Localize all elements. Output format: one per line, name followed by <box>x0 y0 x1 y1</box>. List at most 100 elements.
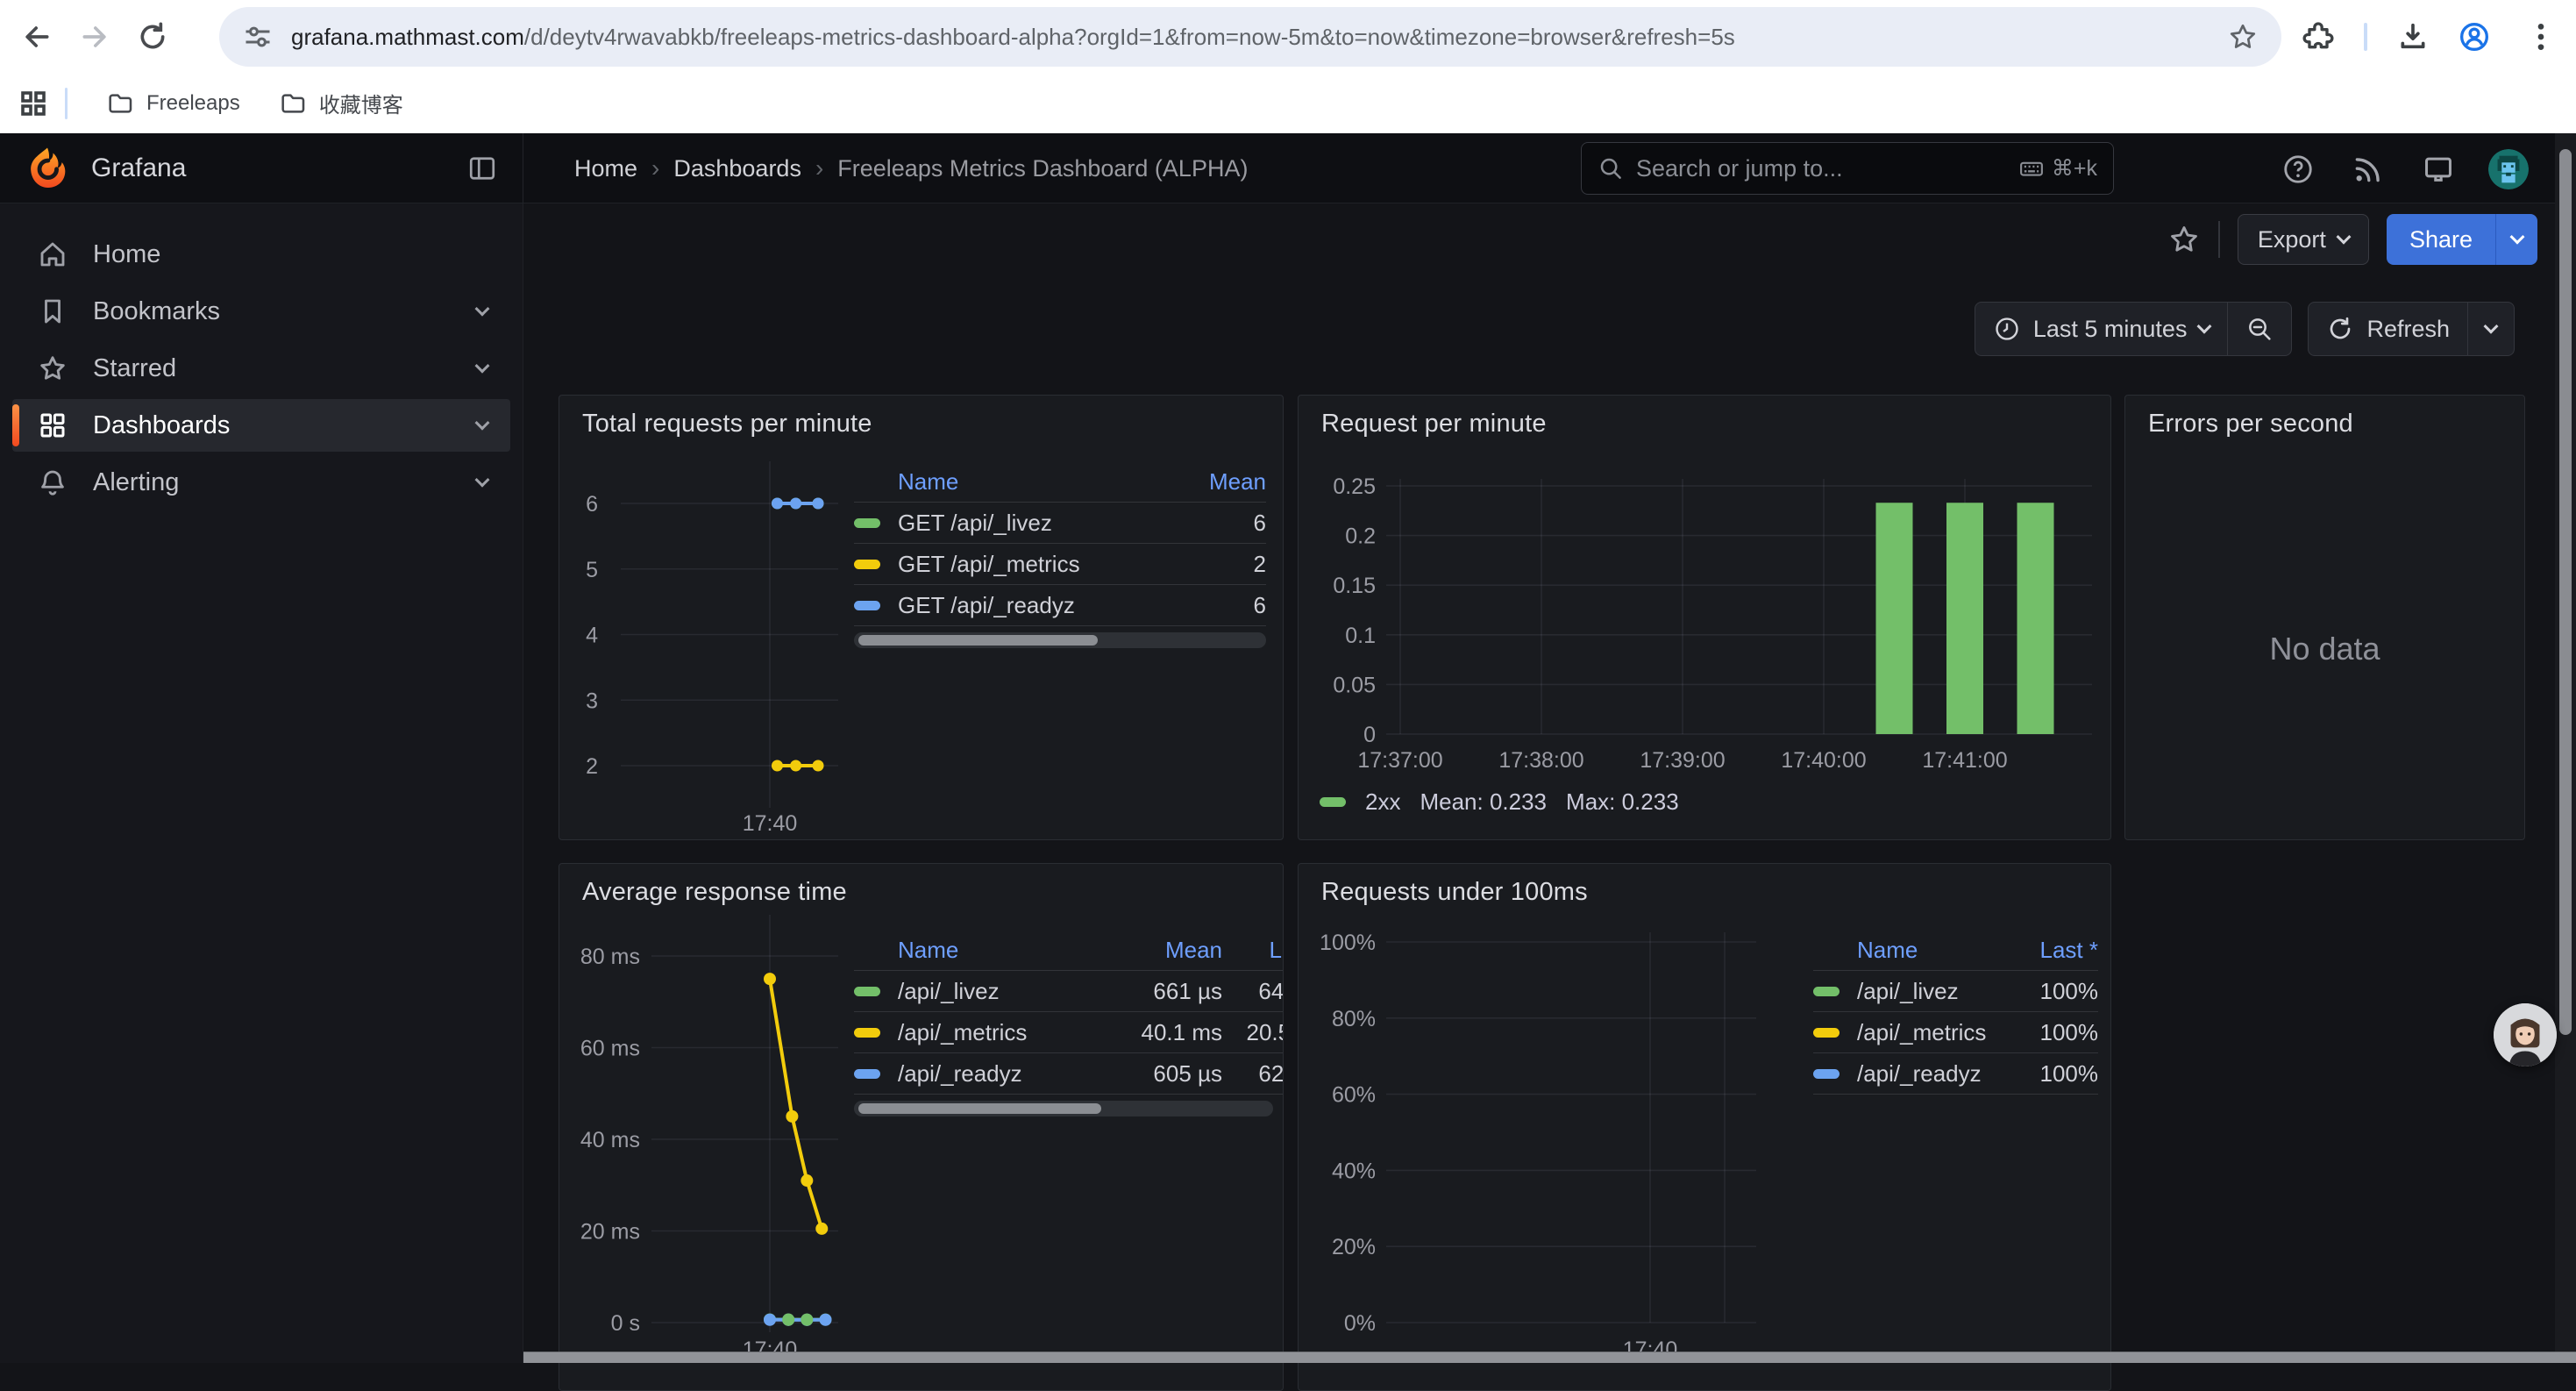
bookmark-star-icon[interactable] <box>2227 21 2259 53</box>
series-value: 605 µs <box>1091 1060 1222 1088</box>
profile-icon[interactable] <box>2457 19 2492 54</box>
panel-legend-table: NameLast */api/_livez100%/api/_metrics10… <box>1813 931 2098 1095</box>
series-name[interactable]: /api/_livez <box>898 978 1091 1005</box>
chevron-down-icon[interactable] <box>475 416 490 431</box>
chevron-down-icon[interactable] <box>475 302 490 317</box>
legend-row[interactable]: /api/_livez661 µs646 µs <box>854 971 1284 1012</box>
series-name[interactable]: /api/_readyz <box>898 1060 1091 1088</box>
legend-row[interactable]: GET /api/_metrics2 <box>854 544 1266 585</box>
series-value: 20.5 ms <box>1222 1019 1284 1046</box>
legend-header: NameMean <box>854 462 1266 503</box>
legend-row[interactable]: /api/_readyz100% <box>1813 1053 2098 1095</box>
page-scrollbar-thumb[interactable] <box>2559 149 2572 1035</box>
svg-text:17:39:00: 17:39:00 <box>1640 748 1725 773</box>
news-rss-icon[interactable] <box>2352 153 2385 186</box>
share-dropdown-button[interactable] <box>2495 214 2537 265</box>
series-name[interactable]: /api/_metrics <box>898 1019 1091 1046</box>
series-name[interactable]: GET /api/_metrics <box>898 551 1178 578</box>
keyboard-icon <box>2018 155 2045 182</box>
series-name[interactable]: /api/_readyz <box>1857 1060 1993 1088</box>
legend-row[interactable]: /api/_livez100% <box>1813 971 2098 1012</box>
sidebar-item-label: Dashboards <box>93 411 230 440</box>
zoom-out-icon <box>2245 315 2274 343</box>
legend-row[interactable]: /api/_metrics100% <box>1813 1012 2098 1053</box>
sidebar-item-label: Alerting <box>93 468 179 497</box>
sidebar-item-dashboards[interactable]: Dashboards <box>12 399 510 452</box>
bookmark-folder[interactable]: 收藏博客 <box>260 82 423 125</box>
svg-text:20%: 20% <box>1332 1235 1376 1259</box>
search-box[interactable]: ⌘+k <box>1581 142 2114 195</box>
floating-assistant-avatar[interactable] <box>2494 1003 2557 1066</box>
series-color-swatch <box>1813 1028 1839 1038</box>
share-button[interactable]: Share <box>2387 214 2495 265</box>
forward-icon[interactable] <box>77 19 112 54</box>
horizontal-scrollbar[interactable] <box>523 1352 2576 1363</box>
series-name[interactable]: GET /api/_readyz <box>898 592 1178 619</box>
user-avatar[interactable] <box>2488 149 2529 189</box>
bookmark-folder[interactable]: Freeleaps <box>87 82 260 125</box>
legend-column-header: Mean <box>1091 937 1222 964</box>
grafana-logo[interactable] <box>25 146 70 191</box>
refresh-button[interactable]: Refresh <box>2309 303 2467 355</box>
dashboard-main: Export Share Last 5 minutes <box>523 203 2576 1363</box>
legend-header: NameLast * <box>1813 931 2098 971</box>
legend-row[interactable]: GET /api/_readyz6 <box>854 585 1266 626</box>
legend-header: NameMeanLast * <box>854 931 1284 971</box>
breadcrumb-item[interactable]: Home <box>574 155 637 182</box>
bookmark-folders: Freeleaps收藏博客 <box>87 82 423 125</box>
legend-column-header: Mean <box>1178 468 1266 496</box>
extensions-icon[interactable] <box>2301 19 2336 54</box>
favorite-star-icon[interactable] <box>2167 223 2201 256</box>
chevron-down-icon[interactable] <box>475 473 490 488</box>
apps-icon <box>37 410 68 441</box>
grafana-sidebar: HomeBookmarksStarred Dashboards Alerting <box>0 203 523 1363</box>
series-value: 100% <box>1993 1019 2098 1046</box>
apps-grid-icon[interactable] <box>18 88 49 119</box>
legend-row[interactable]: /api/_metrics40.1 ms20.5 ms <box>854 1012 1284 1053</box>
browser-menu-icon[interactable] <box>2523 19 2558 54</box>
back-icon[interactable] <box>19 19 54 54</box>
chevron-down-icon <box>2336 230 2351 245</box>
series-color-swatch <box>854 518 880 528</box>
series-name[interactable]: 2xx <box>1365 788 1400 816</box>
series-name[interactable]: GET /api/_livez <box>898 510 1178 537</box>
time-range-picker[interactable]: Last 5 minutes <box>1975 303 2228 355</box>
time-controls: Last 5 minutes Refresh <box>1975 302 2515 356</box>
reload-icon[interactable] <box>135 19 170 54</box>
sidebar-toggle-icon[interactable] <box>466 153 498 184</box>
search-input[interactable] <box>1636 155 2006 182</box>
sidebar-item-alerting[interactable]: Alerting <box>12 456 510 509</box>
home-icon <box>37 239 68 270</box>
breadcrumb-item[interactable]: Dashboards <box>673 155 801 182</box>
legend-scrollbar[interactable] <box>854 632 1266 648</box>
bookmarks-divider <box>65 88 68 119</box>
zoom-out-button[interactable] <box>2227 303 2291 355</box>
sidebar-item-bookmarks[interactable]: Bookmarks <box>12 285 510 338</box>
svg-text:17:37:00: 17:37:00 <box>1357 748 1442 773</box>
legend-scrollbar[interactable] <box>854 1101 1273 1116</box>
panel-title[interactable]: Errors per second <box>2148 410 2353 439</box>
chevron-down-icon[interactable] <box>475 359 490 374</box>
sidebar-item-starred[interactable]: Starred <box>12 342 510 395</box>
downloads-icon[interactable] <box>2395 19 2430 54</box>
panel-legend-inline[interactable]: 2xx Mean: 0.233 Max: 0.233 <box>1320 788 1679 816</box>
refresh-interval-dropdown[interactable] <box>2467 303 2514 355</box>
series-name[interactable]: /api/_livez <box>1857 978 1993 1005</box>
url-text[interactable]: grafana.mathmast.com/d/deytv4rwavabkb/fr… <box>291 24 2210 51</box>
address-bar[interactable]: grafana.mathmast.com/d/deytv4rwavabkb/fr… <box>219 7 2281 67</box>
site-settings-icon[interactable] <box>242 21 274 53</box>
sidebar-item-home[interactable]: Home <box>12 228 510 281</box>
legend-row[interactable]: GET /api/_livez6 <box>854 503 1266 544</box>
legend-column-name: Name <box>898 468 1178 496</box>
page-scrollbar-track[interactable] <box>2555 133 2576 1363</box>
monitor-icon[interactable] <box>2422 153 2455 186</box>
help-icon[interactable] <box>2281 153 2315 186</box>
folder-icon <box>279 89 307 118</box>
legend-row[interactable]: /api/_readyz605 µs620 µs <box>854 1053 1284 1095</box>
svg-text:0%: 0% <box>1344 1311 1376 1336</box>
series-color-swatch <box>854 1069 880 1079</box>
series-name[interactable]: /api/_metrics <box>1857 1019 1993 1046</box>
breadcrumb-item[interactable]: Freeleaps Metrics Dashboard (ALPHA) <box>837 155 1248 182</box>
export-button[interactable]: Export <box>2238 214 2369 265</box>
browser-toolbar: grafana.mathmast.com/d/deytv4rwavabkb/fr… <box>0 0 2576 74</box>
